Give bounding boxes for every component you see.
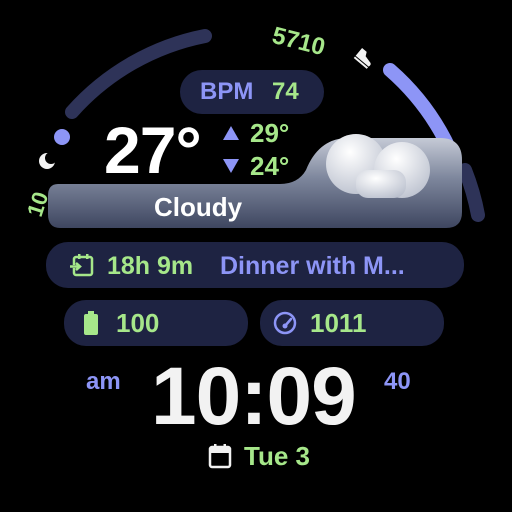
agenda-time: 18h 9m: [107, 252, 194, 280]
date-text[interactable]: Tue 3: [244, 441, 310, 472]
watch-face: 5710 10 BPM 74 27° 29° 24° Cloudy 18h 9m…: [0, 0, 512, 512]
weather-condition: Cloudy: [154, 192, 243, 222]
temp-low: 24°: [250, 151, 290, 181]
cloud-icon: [326, 134, 430, 198]
clock-ampm: am: [86, 368, 121, 395]
battery-value: 100: [116, 308, 160, 338]
clock-time[interactable]: 10:09: [151, 350, 357, 444]
current-temperature: 27°: [104, 113, 202, 187]
agenda-title: Dinner with M...: [220, 252, 405, 280]
temp-high: 29°: [250, 118, 290, 148]
calendar-arrow-icon: [70, 254, 94, 277]
gauge-icon: [273, 311, 297, 335]
temp-down-icon: [223, 159, 239, 173]
battery-icon: [84, 311, 98, 335]
clock-seconds: 40: [384, 368, 411, 395]
calendar-icon: [208, 444, 232, 469]
temp-up-icon: [223, 126, 239, 140]
pressure-value: 1011: [310, 308, 367, 338]
